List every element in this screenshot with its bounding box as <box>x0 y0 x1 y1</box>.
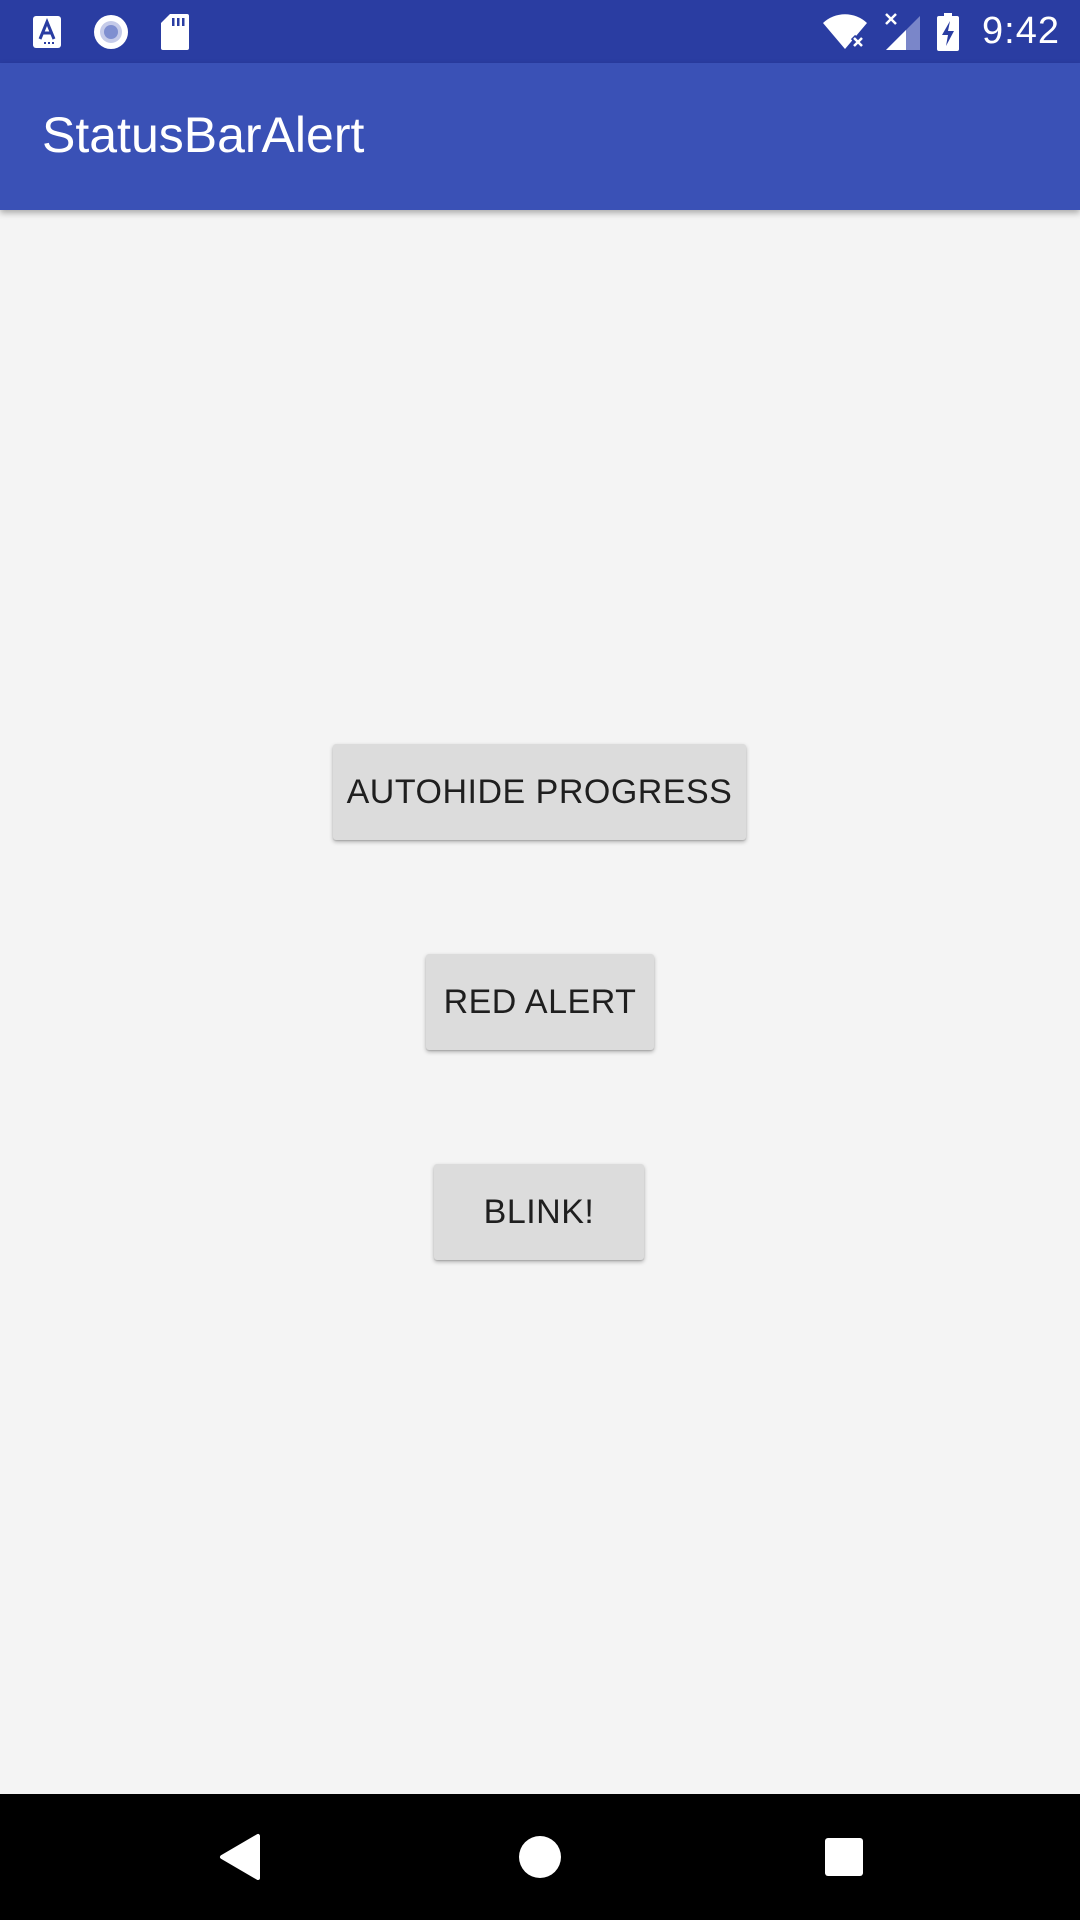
home-button[interactable] <box>507 1824 573 1890</box>
cellular-no-signal-icon <box>885 12 921 50</box>
autohide-progress-button[interactable]: AUTOHIDE PROGRESS <box>333 744 746 840</box>
sd-card-icon <box>161 14 189 50</box>
system-icons: 9:42 <box>822 0 1060 63</box>
recents-icon <box>825 1838 863 1876</box>
blink-button[interactable]: BLINK! <box>434 1164 644 1260</box>
back-button[interactable] <box>207 1824 273 1890</box>
record-notification-icon <box>94 15 128 49</box>
a-notification-icon <box>33 16 61 48</box>
back-icon <box>220 1834 260 1880</box>
red-alert-button[interactable]: RED ALERT <box>426 954 654 1050</box>
app-title: StatusBarAlert <box>42 107 365 163</box>
app-bar: StatusBarAlert <box>0 63 1080 210</box>
screen: 9:42 StatusBarAlert AUTOHIDE PROGRESS RE… <box>0 0 1080 1920</box>
status-bar: 9:42 <box>0 0 1080 63</box>
home-icon <box>519 1836 561 1878</box>
navigation-bar <box>0 1794 1080 1920</box>
notification-icons <box>32 13 190 51</box>
recents-button[interactable] <box>811 1824 877 1890</box>
wifi-no-internet-icon <box>823 13 868 49</box>
battery-charging-icon <box>937 12 960 51</box>
clock: 9:42 <box>982 10 1060 52</box>
